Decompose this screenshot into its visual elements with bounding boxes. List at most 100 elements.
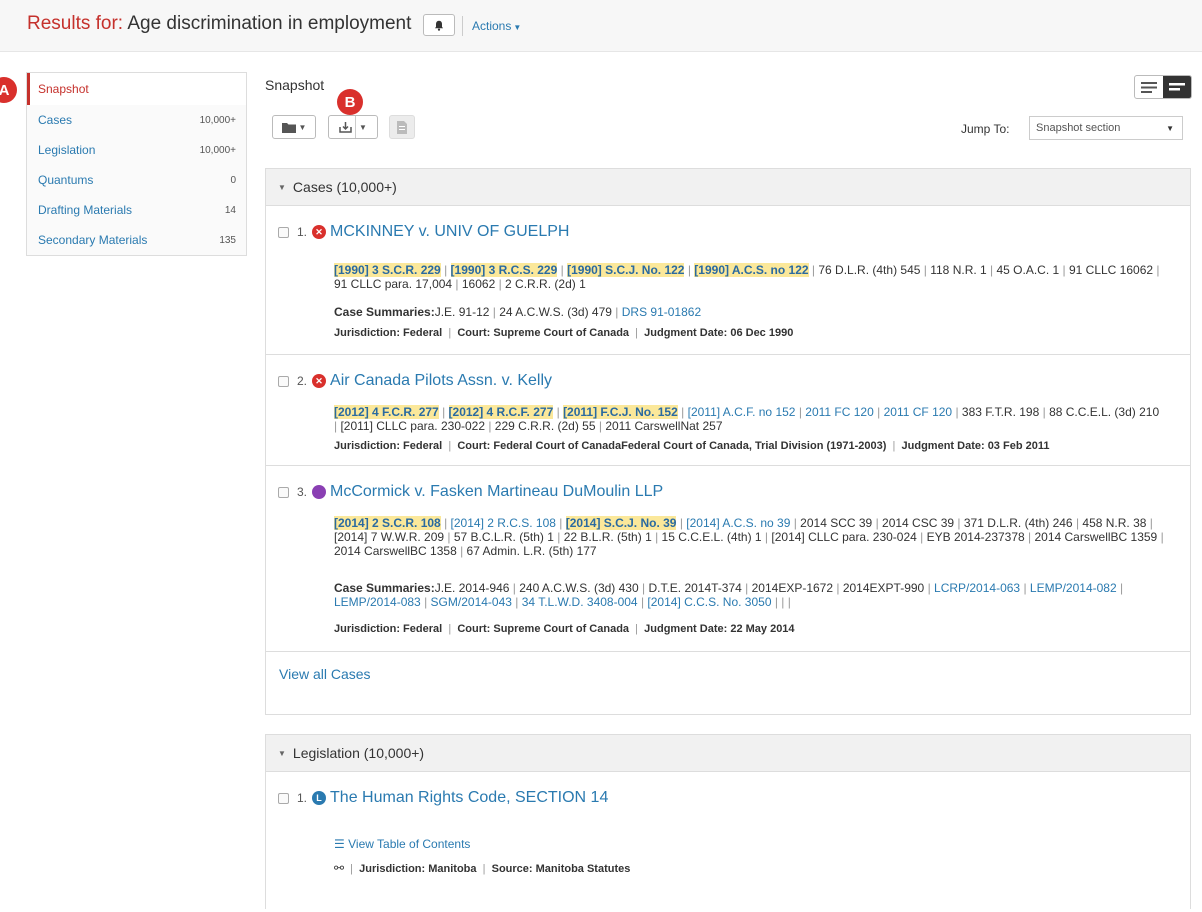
document-button[interactable] (389, 115, 415, 139)
sidebar-item-cases[interactable]: Cases 10,000+ (27, 105, 246, 135)
summary-link[interactable]: 34 T.L.W.D. 3408-004 (522, 595, 638, 609)
jurisdiction: Jurisdiction: Federal (334, 623, 443, 635)
list-icon: ☰ (334, 837, 345, 851)
document-icon (397, 120, 407, 134)
select-checkbox[interactable] (278, 226, 289, 238)
citation-list: [2012] 4 F.C.R. 277 | [2012] 4 R.C.F. 27… (334, 405, 1160, 433)
citation-link[interactable]: [1990] A.C.S. no 122 (694, 263, 809, 277)
legislation-section-header[interactable]: ▼ Legislation (10,000+) (266, 735, 1190, 772)
jump-to-label: Jump To: (961, 122, 1010, 136)
citation-link[interactable]: [2012] 4 F.C.R. 277 (334, 405, 439, 419)
select-checkbox[interactable] (278, 792, 289, 804)
case-summaries-label: Case Summaries: (334, 305, 435, 319)
compact-view-button[interactable] (1163, 76, 1191, 98)
download-menu-button[interactable]: ▼ (328, 115, 378, 139)
legislation-result-1: 1. L The Human Rights Code, SECTION 14 ☰… (266, 772, 1190, 912)
folder-menu-button[interactable]: ▼ (272, 115, 316, 139)
header-divider (462, 16, 463, 36)
view-all-row: View all Cases (266, 652, 1190, 712)
actions-menu[interactable]: Actions ▼ (472, 19, 521, 33)
detailed-view-button[interactable] (1135, 76, 1163, 98)
summary-link[interactable]: LCRP/2014-063 (934, 581, 1020, 595)
citation-link[interactable]: [2014] 2 S.C.R. 108 (334, 516, 441, 530)
citation-link[interactable]: [2011] A.C.F. no 152 (688, 405, 796, 419)
sidebar-item-snapshot[interactable]: Snapshot (27, 73, 246, 105)
marker-b: B (337, 89, 363, 115)
list-detailed-icon (1141, 81, 1157, 93)
chevron-down-icon: ▼ (513, 23, 522, 32)
collapse-triangle-icon: ▼ (278, 182, 286, 192)
citation-link[interactable]: [1990] S.C.J. No. 122 (567, 263, 685, 277)
sidebar-item-label: Snapshot (38, 82, 89, 96)
citation-link[interactable]: [2014] 2 R.C.S. 108 (451, 516, 556, 530)
source: Source: Manitoba Statutes (491, 863, 631, 875)
negative-treatment-icon: ✕ (312, 374, 327, 388)
negative-treatment-icon: ✕ (312, 225, 327, 239)
legislation-section: ▼ Legislation (10,000+) 1. L The Human R… (265, 734, 1191, 909)
select-checkbox[interactable] (278, 486, 289, 498)
sidebar-item-drafting-materials[interactable]: Drafting Materials 14 (27, 195, 246, 225)
chevron-down-icon: ▼ (359, 122, 367, 132)
sidebar-item-label: Legislation (38, 143, 96, 157)
citation-link[interactable]: 2011 CF 120 (884, 405, 953, 419)
glasses-icon[interactable]: ⚯ (334, 861, 344, 875)
case-title-link[interactable]: McCormick v. Fasken Martineau DuMoulin L… (330, 483, 663, 501)
sidebar-item-count: 0 (230, 174, 236, 186)
sidebar-item-legislation[interactable]: Legislation 10,000+ (27, 135, 246, 165)
citation-list: [2014] 2 S.C.R. 108 | [2014] 2 R.C.S. 10… (334, 516, 1164, 558)
sidebar-item-label: Cases (38, 113, 73, 127)
sidebar-item-quantums[interactable]: Quantums 0 (27, 165, 246, 195)
case-result-1: 1. ✕ MCKINNEY v. UNIV OF GUELPH [1990] 3… (266, 206, 1190, 355)
results-header: Results for: Age discrimination in emplo… (0, 0, 1202, 52)
citation-link[interactable]: [2011] F.C.J. No. 152 (563, 405, 678, 419)
case-summaries-label: Case Summaries: (334, 581, 435, 595)
jump-to-value: Snapshot section (1036, 122, 1121, 134)
sidebar-item-label: Quantums (38, 173, 94, 187)
citation-link[interactable]: [1990] 3 R.C.S. 229 (450, 263, 558, 277)
case-title-link[interactable]: Air Canada Pilots Assn. v. Kelly (330, 372, 552, 390)
citation-link[interactable]: [1990] 3 S.C.R. 229 (334, 263, 441, 277)
results-prefix: Results for: (27, 13, 124, 34)
legislation-section-title: Legislation (10,000+) (292, 745, 425, 761)
summary-link[interactable]: LEMP/2014-082 (1030, 581, 1117, 595)
citation-link[interactable]: [2014] A.C.S. no 39 (686, 516, 790, 530)
actions-label: Actions (472, 19, 512, 33)
judgment-date: Judgment Date: 03 Feb 2011 (901, 440, 1050, 452)
legislation-title-link[interactable]: The Human Rights Code, SECTION 14 (330, 789, 608, 807)
court: Court: Federal Court of CanadaFederal Co… (457, 440, 887, 452)
view-toc-link[interactable]: View Table of Contents (348, 837, 470, 851)
citation-list: [1990] 3 S.C.R. 229 | [1990] 3 R.C.S. 22… (334, 263, 1160, 291)
result-heading: 1. L The Human Rights Code, SECTION 14 (278, 789, 608, 807)
case-summaries: Case Summaries:J.E. 2014-946 | 240 A.C.W… (334, 581, 1124, 609)
cases-section-header[interactable]: ▼ Cases (10,000+) (266, 169, 1190, 206)
case-result-3: 3. McCormick v. Fasken Martineau DuMouli… (266, 466, 1190, 652)
summary-link[interactable]: DRS 91-01862 (622, 305, 701, 319)
view-all-cases-link[interactable]: View all Cases (279, 666, 371, 682)
select-checkbox[interactable] (278, 375, 289, 387)
summary-link[interactable]: SGM/2014-043 (431, 595, 512, 609)
result-heading: 2. ✕ Air Canada Pilots Assn. v. Kelly (278, 372, 552, 390)
citation-link[interactable]: [2012] 4 R.C.F. 277 (448, 405, 554, 419)
bell-icon (435, 20, 443, 31)
case-metadata: Jurisdiction: Federal | Court: Supreme C… (334, 327, 794, 339)
sidebar-item-label: Drafting Materials (38, 203, 133, 217)
chevron-down-icon: ▼ (298, 122, 307, 132)
citation-link[interactable]: 2011 FC 120 (805, 405, 874, 419)
result-number: 1. (297, 225, 308, 239)
list-compact-icon (1169, 83, 1185, 91)
button-divider (355, 116, 357, 138)
alert-button[interactable] (423, 14, 455, 36)
chevron-down-icon: ▼ (1166, 124, 1174, 133)
sidebar-item-secondary-materials[interactable]: Secondary Materials 135 (27, 225, 246, 255)
case-metadata: Jurisdiction: Federal | Court: Supreme C… (334, 623, 795, 635)
citation-link[interactable]: [2014] S.C.J. No. 39 (565, 516, 677, 530)
jurisdiction: Jurisdiction: Federal (334, 327, 443, 339)
court: Court: Supreme Court of Canada (457, 327, 630, 339)
jump-to-select[interactable]: Snapshot section ▼ (1029, 116, 1183, 140)
judgment-date: Judgment Date: 22 May 2014 (644, 623, 795, 635)
summary-link[interactable]: [2014] C.C.S. No. 3050 (647, 595, 771, 609)
view-toggle (1134, 75, 1192, 99)
sidebar-nav: Snapshot Cases 10,000+ Legislation 10,00… (26, 72, 247, 256)
summary-link[interactable]: LEMP/2014-083 (334, 595, 421, 609)
case-title-link[interactable]: MCKINNEY v. UNIV OF GUELPH (330, 223, 569, 241)
